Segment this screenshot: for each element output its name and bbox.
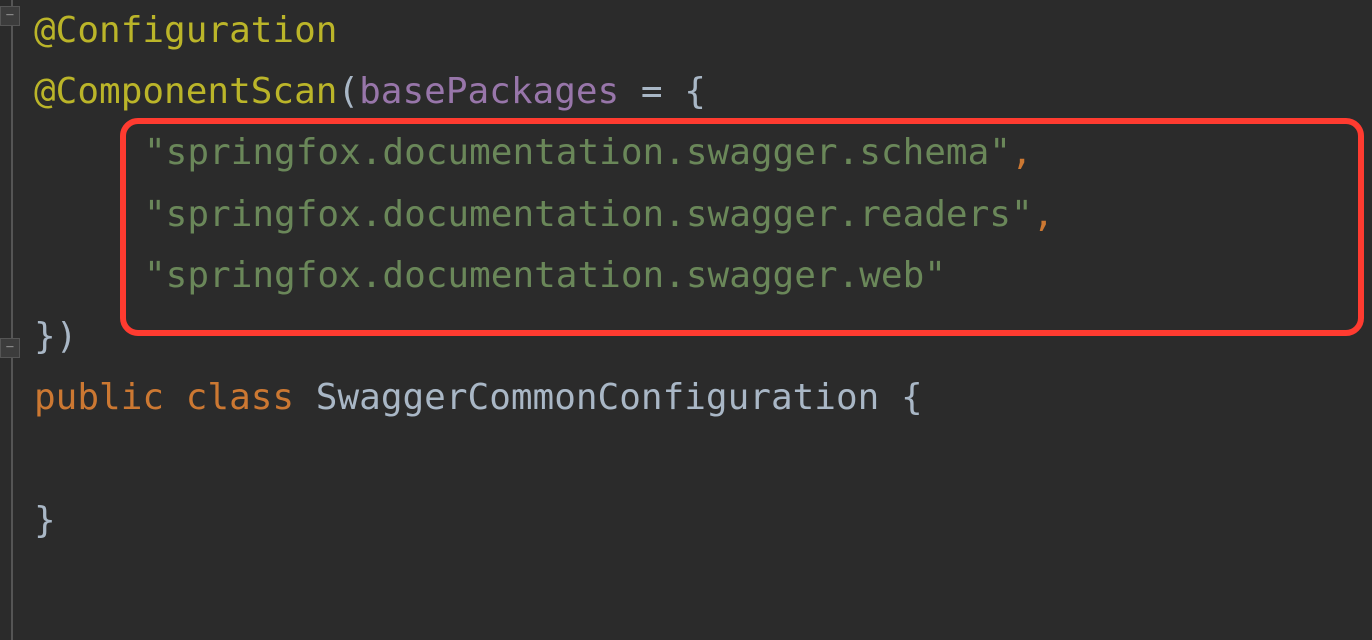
class-name: SwaggerCommonConfiguration: [316, 377, 880, 418]
paren-close: ): [56, 316, 78, 357]
code-line: "springfox.documentation.swagger.web": [34, 245, 1372, 306]
fold-marker-collapse-icon[interactable]: −: [0, 6, 20, 26]
equals-sign: =: [619, 71, 684, 112]
code-line: @ComponentScan(basePackages = {: [34, 61, 1372, 122]
fold-marker-collapse-icon[interactable]: −: [0, 338, 20, 358]
code-line: "springfox.documentation.swagger.schema"…: [34, 122, 1372, 183]
string-pkg1: "springfox.documentation.swagger.schema": [144, 132, 1011, 173]
editor-gutter: − −: [0, 0, 24, 640]
code-line: "springfox.documentation.swagger.readers…: [34, 184, 1372, 245]
code-line: @Configuration: [34, 0, 1372, 61]
code-line: public class SwaggerCommonConfiguration …: [34, 367, 1372, 428]
gutter-line: [11, 0, 13, 640]
annotation-componentscan: @ComponentScan: [34, 71, 337, 112]
param-basepackages: basePackages: [359, 71, 619, 112]
code-editor[interactable]: @Configuration @ComponentScan(basePackag…: [0, 0, 1372, 551]
keyword-public: public: [34, 377, 164, 418]
string-pkg2: "springfox.documentation.swagger.readers…: [144, 194, 1033, 235]
comma: ,: [1033, 194, 1055, 235]
brace-open: {: [684, 71, 706, 112]
code-line: }): [34, 306, 1372, 367]
paren-open: (: [337, 71, 359, 112]
code-line: }: [34, 490, 1372, 551]
keyword-class: class: [186, 377, 294, 418]
annotation-configuration: @Configuration: [34, 10, 337, 51]
comma: ,: [1011, 132, 1033, 173]
code-line: [34, 428, 1372, 489]
brace-close: }: [34, 316, 56, 357]
brace-close: }: [34, 500, 56, 541]
string-pkg3: "springfox.documentation.swagger.web": [144, 255, 946, 296]
brace-open: {: [901, 377, 923, 418]
